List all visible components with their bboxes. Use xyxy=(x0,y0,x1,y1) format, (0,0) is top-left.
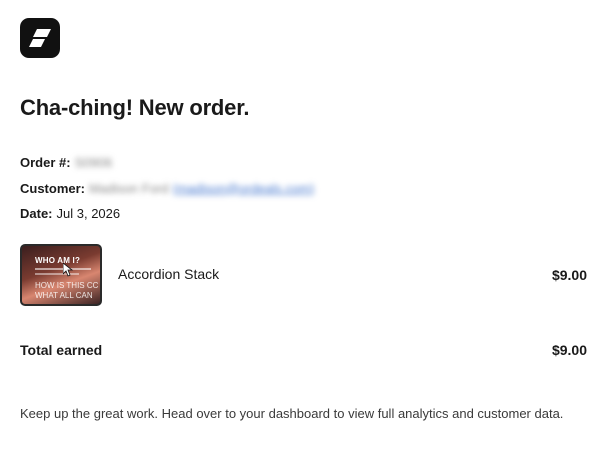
mouse-cursor-icon xyxy=(63,263,73,277)
order-date-label: Date: xyxy=(20,206,53,221)
customer-email-link[interactable]: (madison@ordeals.com) xyxy=(173,176,315,202)
total-earned-label: Total earned xyxy=(20,342,103,358)
order-date-value: Jul 3, 2026 xyxy=(56,206,121,221)
product-thumbnail: WHO AM I? HOW IS THIS CC WHAT ALL CAN xyxy=(20,244,102,306)
thumbnail-line-2: WHAT ALL CAN xyxy=(35,291,93,300)
product-line-item: WHO AM I? HOW IS THIS CC WHAT ALL CAN Ac… xyxy=(20,244,590,306)
thumbnail-title: WHO AM I? xyxy=(35,256,81,265)
customer-name: Madison Ford xyxy=(89,180,169,196)
customer-label: Customer: xyxy=(20,180,86,196)
order-number-label: Order #: xyxy=(20,155,71,170)
product-name: Accordion Stack xyxy=(118,266,220,282)
store-logo-icon xyxy=(20,18,60,58)
order-details: Order #: S0906 Customer: Madison Ford (m… xyxy=(20,150,314,227)
product-price: $9.00 xyxy=(551,267,587,283)
order-date-row: Date: Jul 3, 2026 xyxy=(20,201,314,227)
order-number-row: Order #: S0906 xyxy=(20,150,314,176)
total-earned-row: Total earned $9.00 xyxy=(20,342,590,358)
footer-message: Keep up the great work. Head over to you… xyxy=(20,406,564,421)
total-earned-amount: $9.00 xyxy=(551,342,587,358)
customer-row: Customer: Madison Ford (madison@ordeals.… xyxy=(20,176,314,202)
page-title: Cha-ching! New order. xyxy=(20,95,250,120)
thumbnail-line-1: HOW IS THIS CC xyxy=(35,281,99,290)
order-number-value: S0906 xyxy=(74,155,113,170)
